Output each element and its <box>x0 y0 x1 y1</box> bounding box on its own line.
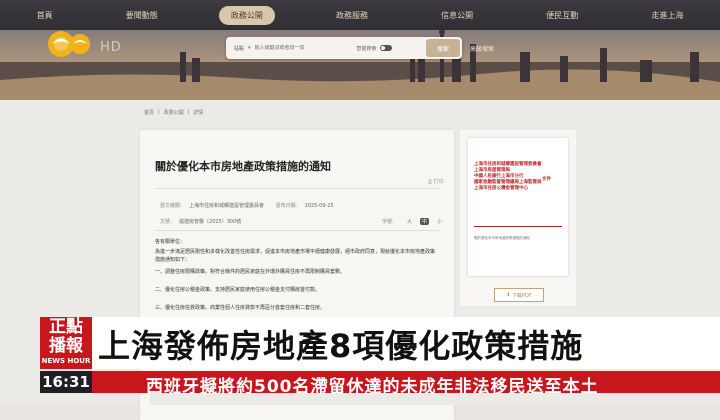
paragraph: 為進一步滿足居民剛性和多樣化改善性住房需求，促進本市房地產市場平穩健康發展，經市… <box>155 249 436 263</box>
document-preview-panel: 上海市住房和城鄉建設管理委員會 上海市房屋管理局 中國人民銀行上海市分行 國家金… <box>460 130 576 306</box>
paragraph: 各有關單位： <box>155 239 186 245</box>
breadcrumb-gov-affairs[interactable]: 政務公開 <box>164 109 184 116</box>
divider <box>155 188 439 189</box>
divider <box>155 230 439 231</box>
preview-subtitle: 關於優化本市房地產政策措施的通知 <box>474 236 530 240</box>
program-name-en: NEWS HOUR <box>41 357 91 365</box>
nav-item-services[interactable]: 政務服務 <box>324 6 380 25</box>
headline-bar: 上海發佈房地產8項優化政策措施 <box>92 317 720 369</box>
preview-header: 上海市住房和城鄉建設管理委員會 上海市房屋管理局 中國人民銀行上海市分行 國家金… <box>474 162 542 191</box>
chevron-down-icon[interactable]: ▾ <box>248 45 251 51</box>
font-size-large[interactable]: 大 <box>405 218 414 225</box>
preview-side-text: 文件 <box>542 177 551 182</box>
font-size-medium[interactable]: 中 <box>420 218 430 225</box>
headline: 上海發佈房地產8項優化政策措施 <box>98 327 584 365</box>
breadcrumb-detail: 詳情 <box>193 110 204 116</box>
phoenix-logo <box>48 31 90 57</box>
preview-red-line <box>474 226 562 227</box>
meta-doc-number: 文號： 滬建房管聯〔2025〕300號 <box>160 219 242 225</box>
nav-item-interaction[interactable]: 便民互動 <box>534 6 590 25</box>
nav-item-home[interactable]: 首頁 <box>25 6 65 25</box>
meta-issuer: 發文機關： 上海市住房和城鄉建設管理委員會 發布日期： 2025-09-25 <box>160 203 334 209</box>
nav-item-news[interactable]: 要聞動態 <box>114 6 170 25</box>
paragraph: 三、優化住房信貸政策。商業性個人住房貸款不再區分首套住房和二套住房。 <box>155 305 326 311</box>
breadcrumb-home[interactable]: 首頁 <box>144 109 154 116</box>
search-bar: 站點 ▾ 智能搜索 搜索 <box>226 37 462 59</box>
paragraph: 二、優化住房公積金政策。支持居民家庭使用住房公積金支付購房首付款。 <box>155 287 321 293</box>
program-logo: 正點 播報 NEWS HOUR <box>40 317 92 369</box>
nav-item-info-disclosure[interactable]: 信息公開 <box>429 6 485 25</box>
banner-watermark: HD <box>100 40 122 55</box>
smart-search-label: 智能搜索 <box>356 45 377 52</box>
ticker-bar: 西班牙擬將約500名滯留休達的未成年非法移民送至本土 <box>92 371 720 397</box>
clock: 16:31 <box>40 371 92 393</box>
nav-item-about-shanghai[interactable]: 走進上海 <box>639 6 695 25</box>
document-title: 關於優化本市房地產政策措施的通知 <box>155 160 331 173</box>
nav-item-gov-affairs[interactable]: 政務公開 <box>218 5 275 25</box>
news-lower-third: 正點 播報 NEWS HOUR 上海發佈房地產8項優化政策措施 16:31 西班牙… <box>0 315 720 405</box>
ticker-text: 西班牙擬將約500名滯留休達的未成年非法移民送至本土 <box>146 377 599 397</box>
print-button[interactable]: ⎙ 打印 <box>428 178 444 185</box>
top-navigation: 首頁 要聞動態 政務公開 政務服務 信息公開 便民互動 走進上海 <box>0 0 720 30</box>
advanced-search-link[interactable]: 高級搜索 <box>470 44 494 53</box>
breadcrumb: 首頁 | 政務公開 | 詳情 <box>144 109 204 116</box>
paragraph: 一、調整住房限購政策。對符合條件的居民家庭在外環外購買住房不再限制購買套數。 <box>155 269 346 275</box>
download-pdf-button[interactable]: ⬇ 下載PDF <box>494 288 544 302</box>
font-size-small[interactable]: 小 <box>435 218 444 225</box>
document-thumbnail[interactable]: 上海市住房和城鄉建設管理委員會 上海市房屋管理局 中國人民銀行上海市分行 國家金… <box>468 138 568 276</box>
search-scope-select[interactable]: 站點 <box>226 45 248 52</box>
smart-search-toggle[interactable] <box>379 45 392 51</box>
font-size-label: 字號： <box>382 219 398 225</box>
search-button[interactable]: 搜索 <box>426 39 460 57</box>
search-input[interactable] <box>254 45 335 51</box>
city-skyline-image <box>0 29 720 100</box>
font-size-switcher: 字號： 大 中 小 <box>380 218 444 225</box>
